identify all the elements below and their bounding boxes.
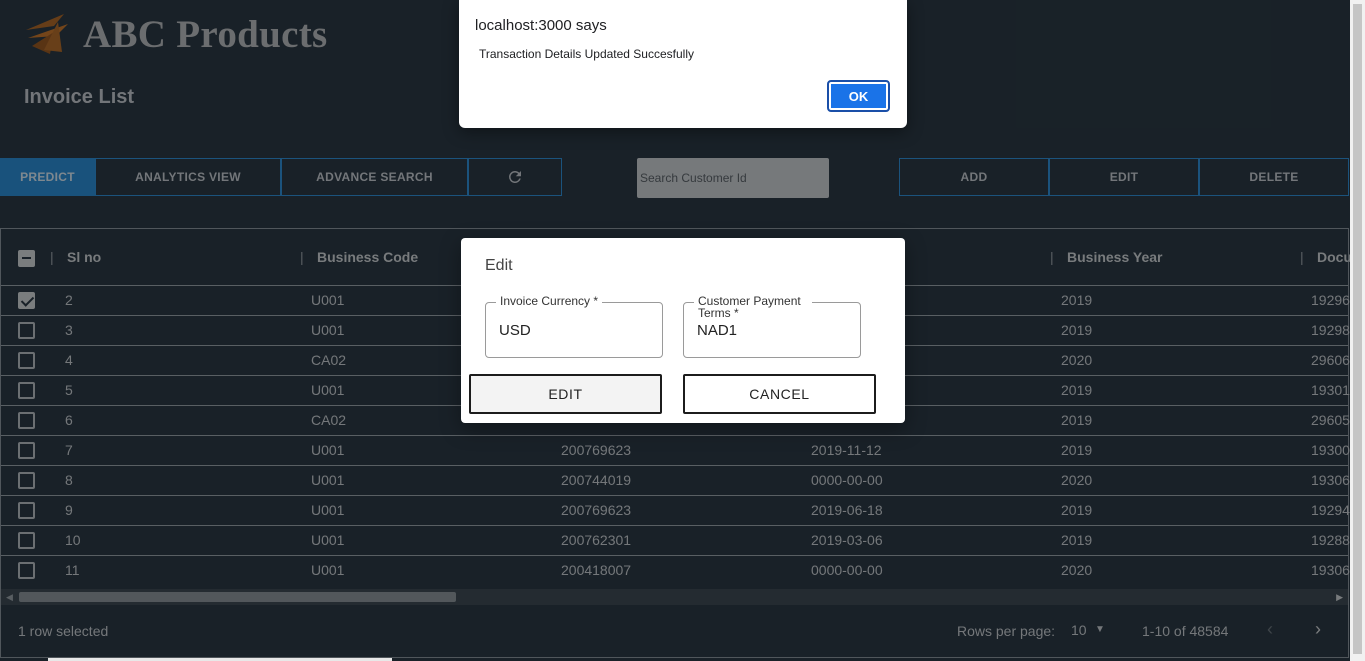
invoice-currency-label: Invoice Currency * [496,295,603,307]
payment-terms-value[interactable]: NAD1 [697,322,737,339]
browser-alert: localhost:3000 says Transaction Details … [459,0,907,128]
payment-terms-label: Customer Payment Terms * [694,295,812,319]
dialog-title: Edit [485,257,513,274]
payment-terms-field[interactable]: Customer Payment Terms * NAD1 [683,295,861,358]
alert-message: Transaction Details Updated Succesfully [479,47,694,61]
scrollbar-thumb[interactable] [1353,4,1362,654]
alert-title: localhost:3000 says [475,17,607,34]
alert-ok-button[interactable]: OK [827,80,890,112]
edit-dialog: Edit Invoice Currency * USD Customer Pay… [461,238,905,423]
dialog-cancel-button[interactable]: CANCEL [683,374,876,414]
vertical-scrollbar[interactable] [1350,0,1365,661]
dialog-edit-button[interactable]: EDIT [469,374,662,414]
invoice-currency-value[interactable]: USD [499,322,531,339]
invoice-currency-field[interactable]: Invoice Currency * USD [485,295,663,358]
